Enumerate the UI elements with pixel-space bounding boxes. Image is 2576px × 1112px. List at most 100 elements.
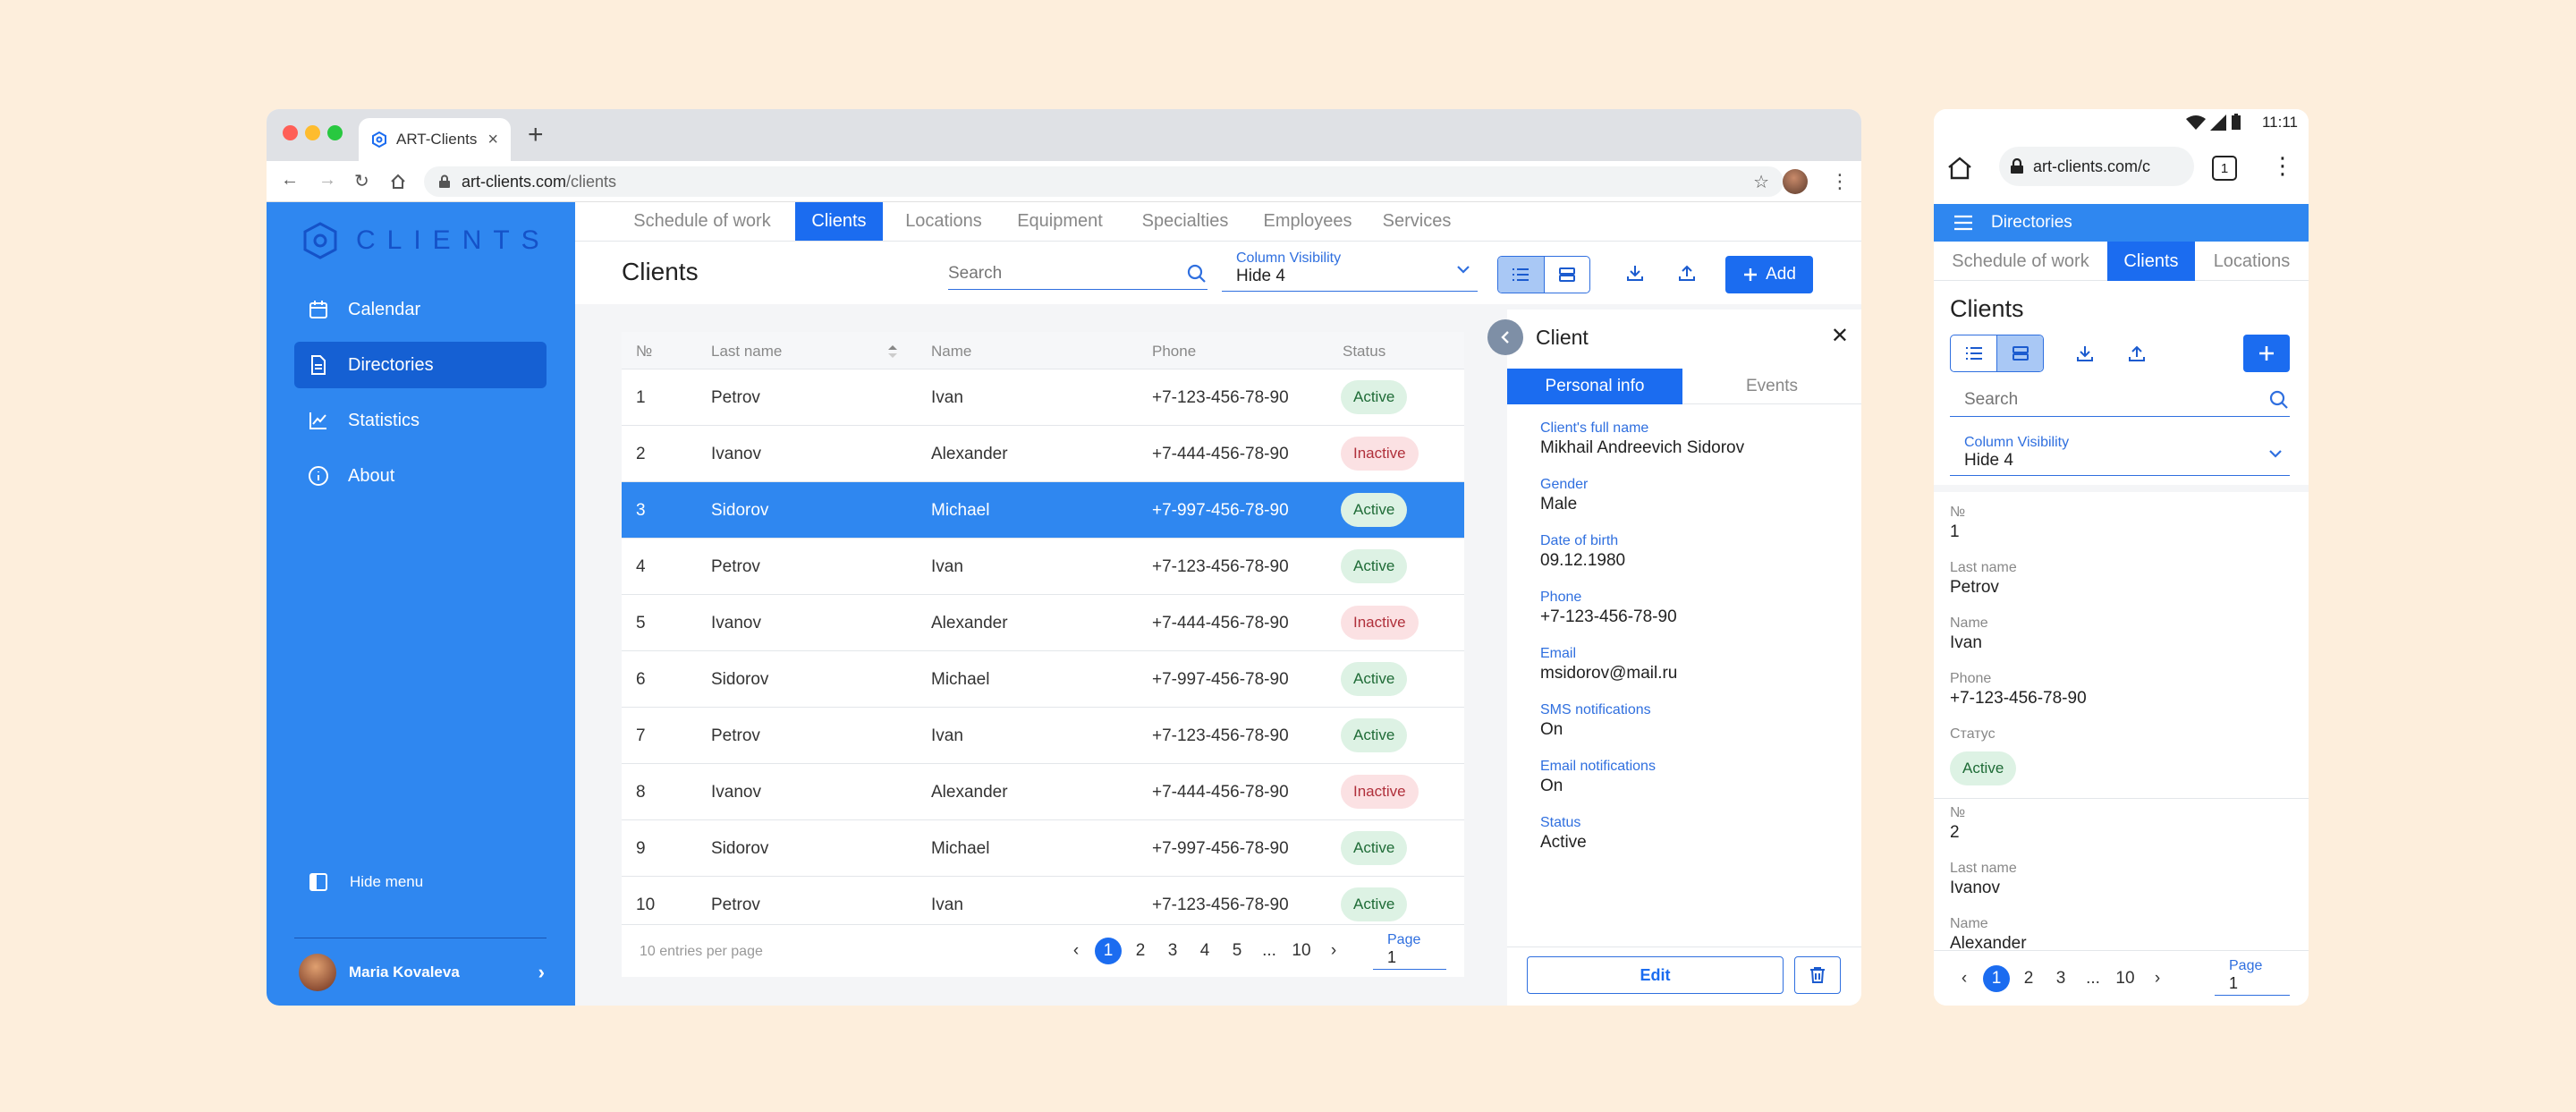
- chevron-down-icon: [2269, 450, 2282, 458]
- forward-icon[interactable]: →: [318, 170, 336, 191]
- tab-personal-info[interactable]: Personal info: [1507, 369, 1682, 404]
- table-row[interactable]: 8 Ivanov Alexander +7-444-456-78-90 Inactive: [622, 764, 1464, 820]
- page-number[interactable]: 5: [1221, 941, 1253, 961]
- page-number[interactable]: 10: [1285, 941, 1318, 961]
- add-button[interactable]: Add: [1725, 256, 1813, 293]
- reload-icon[interactable]: ↻: [354, 170, 369, 192]
- mobile-url-bar[interactable]: art-clients.com/c: [1999, 147, 2194, 186]
- sidebar-item-about[interactable]: About: [294, 453, 547, 499]
- tab-equipment[interactable]: Equipment: [1002, 202, 1118, 241]
- tab-switcher-button[interactable]: 1: [2212, 156, 2237, 181]
- column-visibility-select[interactable]: Column Visibility Hide 4: [1222, 250, 1478, 292]
- bookmark-star-icon[interactable]: ☆: [1753, 171, 1769, 193]
- cell-phone: +7-997-456-78-90: [1152, 839, 1289, 858]
- table-row[interactable]: 1 Petrov Ivan +7-123-456-78-90 Active: [622, 369, 1464, 426]
- signal-icon: [2210, 115, 2226, 131]
- cell-name: Alexander: [931, 783, 1008, 802]
- next-page-icon[interactable]: ›: [2141, 969, 2174, 989]
- pagination-ellipsis: ...: [2086, 969, 2100, 988]
- cell-number: 9: [636, 839, 646, 858]
- status-badge: Inactive: [1341, 606, 1419, 640]
- search-input[interactable]: [1950, 389, 2268, 410]
- prev-page-icon[interactable]: ‹: [1060, 941, 1092, 961]
- next-page-icon[interactable]: ›: [1318, 941, 1350, 961]
- upload-icon[interactable]: [1677, 263, 1697, 283]
- sidebar-item-label: About: [348, 465, 395, 486]
- page-number[interactable]: 1: [1983, 965, 2010, 992]
- close-window-button[interactable]: [283, 125, 298, 140]
- tab-employees[interactable]: Employees: [1250, 202, 1366, 241]
- table-row[interactable]: 2 Ivanov Alexander +7-444-456-78-90 Inactive: [622, 426, 1464, 482]
- cell-phone: +7-123-456-78-90: [1152, 726, 1289, 745]
- close-tab-icon[interactable]: ×: [487, 130, 498, 150]
- tab-clients[interactable]: Clients: [795, 202, 883, 241]
- card-divider: [1934, 798, 2309, 799]
- entries-per-page[interactable]: 10 entries per page: [640, 944, 763, 960]
- column-visibility-value: Hide 4: [1236, 267, 1285, 285]
- card-view-button[interactable]: [1996, 335, 2043, 371]
- page-number[interactable]: 2: [2012, 969, 2045, 989]
- table-row[interactable]: 10 Petrov Ivan +7-123-456-78-90 Active: [622, 877, 1464, 924]
- prev-page-icon[interactable]: ‹: [1948, 969, 1980, 989]
- tab-schedule-of-work[interactable]: Schedule of work: [1934, 242, 2107, 281]
- column-visibility-select[interactable]: Column Visibility Hide 4: [1950, 435, 2290, 476]
- tab-events[interactable]: Events: [1682, 369, 1861, 404]
- page-number[interactable]: 3: [1157, 941, 1189, 961]
- page-number[interactable]: 4: [1189, 941, 1221, 961]
- table-row[interactable]: 5 Ivanov Alexander +7-444-456-78-90 Inactive: [622, 595, 1464, 651]
- new-tab-icon[interactable]: +: [528, 120, 544, 150]
- maximize-window-button[interactable]: [327, 125, 343, 140]
- detail-field-label: Phone: [1540, 590, 1582, 605]
- download-icon[interactable]: [1625, 263, 1645, 283]
- page-number[interactable]: 10: [2109, 969, 2141, 989]
- page-input[interactable]: Page 1: [1373, 932, 1446, 970]
- browser-menu-icon[interactable]: ⋮: [2271, 152, 2294, 180]
- profile-avatar[interactable]: [1783, 169, 1808, 194]
- tab-clients[interactable]: Clients: [2107, 242, 2195, 281]
- sidebar-item-calendar[interactable]: Calendar: [294, 286, 547, 333]
- sidebar-item-statistics[interactable]: Statistics: [294, 397, 547, 444]
- upload-icon[interactable]: [2127, 344, 2147, 363]
- card-view-button[interactable]: [1543, 257, 1590, 293]
- add-button[interactable]: [2243, 335, 2290, 372]
- list-view-button[interactable]: [1951, 335, 1996, 371]
- page-number[interactable]: 3: [2045, 969, 2077, 989]
- user-profile[interactable]: Maria Kovaleva ›: [299, 954, 545, 991]
- cell-last-name: Sidorov: [711, 670, 769, 689]
- search-icon[interactable]: [1186, 263, 1208, 284]
- sidebar-item-directories[interactable]: Directories: [294, 342, 547, 388]
- table-row[interactable]: 4 Petrov Ivan +7-123-456-78-90 Active: [622, 539, 1464, 595]
- table-row[interactable]: 7 Petrov Ivan +7-123-456-78-90 Active: [622, 708, 1464, 764]
- table-row[interactable]: 3 Sidorov Michael +7-997-456-78-90 Active: [622, 482, 1464, 539]
- home-icon[interactable]: [1946, 156, 1973, 181]
- edit-button[interactable]: Edit: [1527, 956, 1784, 994]
- browser-menu-icon[interactable]: ⋮: [1830, 170, 1850, 193]
- back-icon[interactable]: ←: [281, 170, 299, 191]
- page-input[interactable]: Page 1: [2215, 958, 2290, 996]
- detail-field-label: Gender: [1540, 477, 1589, 492]
- tab-locations[interactable]: Locations: [2195, 242, 2309, 281]
- close-icon[interactable]: ✕: [1831, 323, 1849, 349]
- tab-schedule-of-work[interactable]: Schedule of work: [622, 202, 783, 241]
- search-icon[interactable]: [2268, 389, 2290, 411]
- table-row[interactable]: 9 Sidorov Michael +7-997-456-78-90 Active: [622, 820, 1464, 877]
- collapse-panel-button[interactable]: [1487, 319, 1523, 355]
- search-input[interactable]: [948, 263, 1186, 284]
- page-number[interactable]: 2: [1124, 941, 1157, 961]
- home-icon[interactable]: [389, 173, 407, 191]
- list-view-button[interactable]: [1498, 257, 1544, 293]
- cell-name: Michael: [931, 670, 990, 689]
- detail-field-value: msidorov@mail.ru: [1540, 664, 1678, 683]
- hamburger-menu-icon[interactable]: [1953, 215, 1973, 231]
- tab-specialties[interactable]: Specialties: [1127, 202, 1243, 241]
- minimize-window-button[interactable]: [305, 125, 320, 140]
- tab-locations[interactable]: Locations: [894, 202, 993, 241]
- page-number[interactable]: 1: [1095, 938, 1122, 964]
- table-row[interactable]: 6 Sidorov Michael +7-997-456-78-90 Active: [622, 651, 1464, 708]
- tab-services[interactable]: Services: [1368, 202, 1466, 241]
- download-icon[interactable]: [2075, 344, 2095, 363]
- browser-tab[interactable]: ART-Clients ×: [359, 118, 511, 161]
- url-bar[interactable]: art-clients.com/clients ☆: [424, 166, 1784, 197]
- delete-button[interactable]: [1794, 956, 1841, 994]
- hide-menu-button[interactable]: Hide menu: [294, 859, 547, 905]
